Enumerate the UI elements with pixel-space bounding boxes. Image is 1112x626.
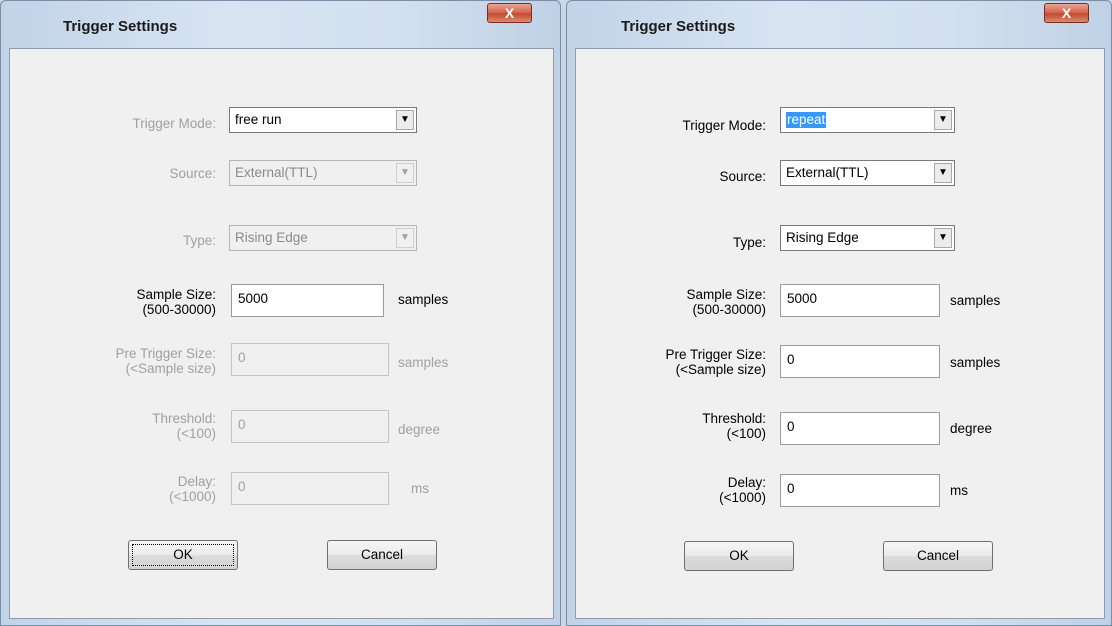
source-value: External(TTL) — [235, 165, 318, 180]
type-value: Rising Edge — [786, 230, 859, 245]
dialog-title: Trigger Settings — [621, 18, 736, 35]
trigger-settings-dialog-free-run: Trigger Settings X Trigger Mode: free ru… — [0, 0, 561, 626]
threshold-label: Threshold: (<100) — [702, 411, 766, 441]
pre-trigger-size-unit: samples — [950, 355, 1001, 370]
pre-trigger-size-label: Pre Trigger Size: (<Sample size) — [115, 346, 216, 376]
pre-trigger-size-label-text: Pre Trigger Size: — [665, 347, 766, 362]
chevron-down-icon: ▼ — [396, 228, 414, 248]
delay-input[interactable]: 0 — [780, 474, 940, 507]
ok-button[interactable]: OK — [128, 540, 238, 570]
close-button[interactable]: X — [487, 3, 532, 23]
chevron-down-icon[interactable]: ▼ — [396, 110, 414, 130]
pre-trigger-size-unit: samples — [398, 355, 449, 370]
dialog-body: Trigger Mode: free run ▼ Source: Externa… — [9, 48, 554, 619]
threshold-input: 0 — [231, 410, 389, 443]
sample-size-range: (500-30000) — [692, 302, 766, 317]
source-select[interactable]: External(TTL) ▼ — [780, 160, 955, 186]
threshold-label: Threshold: (<100) — [152, 411, 216, 441]
trigger-mode-value: free run — [235, 112, 282, 127]
chevron-down-icon[interactable]: ▼ — [934, 163, 952, 183]
chevron-down-icon[interactable]: ▼ — [934, 110, 952, 130]
sample-size-label: Sample Size: (500-30000) — [136, 287, 216, 317]
threshold-range: (<100) — [176, 426, 216, 441]
sample-size-input[interactable]: 5000 — [780, 284, 940, 317]
delay-unit: ms — [411, 481, 429, 496]
delay-input: 0 — [231, 472, 389, 505]
sample-size-label: Sample Size: (500-30000) — [686, 287, 766, 317]
delay-label-text: Delay: — [727, 475, 766, 490]
trigger-mode-select[interactable]: free run ▼ — [229, 107, 417, 133]
sample-size-range: (500-30000) — [142, 302, 216, 317]
trigger-mode-value: repeat — [786, 112, 827, 128]
pre-trigger-size-label-text: Pre Trigger Size: — [115, 346, 216, 361]
delay-range: (<1000) — [719, 490, 766, 505]
threshold-unit: degree — [398, 422, 441, 437]
pre-trigger-size-input[interactable]: 0 — [780, 345, 940, 378]
source-label: Source: — [169, 166, 216, 181]
cancel-button[interactable]: Cancel — [883, 541, 993, 571]
type-select: Rising Edge ▼ — [229, 225, 417, 251]
pre-trigger-size-input: 0 — [231, 343, 389, 376]
ok-button[interactable]: OK — [684, 541, 794, 571]
threshold-range: (<100) — [726, 426, 766, 441]
threshold-unit: degree — [950, 421, 993, 436]
delay-unit: ms — [950, 483, 968, 498]
sample-size-unit: samples — [950, 293, 1001, 308]
delay-label: Delay: (<1000) — [169, 474, 216, 504]
trigger-mode-label: Trigger Mode: — [132, 116, 216, 131]
pre-trigger-size-range: (<Sample size) — [125, 361, 216, 376]
threshold-label-text: Threshold: — [152, 411, 216, 426]
chevron-down-icon: ▼ — [396, 163, 414, 183]
close-button[interactable]: X — [1044, 3, 1089, 23]
delay-range: (<1000) — [169, 489, 216, 504]
pre-trigger-size-label: Pre Trigger Size: (<Sample size) — [665, 347, 766, 377]
delay-label-text: Delay: — [177, 474, 216, 489]
sample-size-unit: samples — [398, 292, 449, 307]
chevron-down-icon[interactable]: ▼ — [934, 228, 952, 248]
threshold-input[interactable]: 0 — [780, 412, 940, 445]
sample-size-input[interactable]: 5000 — [231, 284, 384, 317]
type-label: Type: — [182, 233, 216, 248]
sample-size-label-text: Sample Size: — [136, 287, 216, 302]
trigger-mode-select[interactable]: repeat ▼ — [780, 107, 955, 133]
sample-size-label-text: Sample Size: — [686, 287, 766, 302]
type-value: Rising Edge — [235, 230, 308, 245]
trigger-mode-label: Trigger Mode: — [682, 118, 766, 133]
cancel-button[interactable]: Cancel — [327, 540, 437, 570]
dialog-title: Trigger Settings — [63, 18, 178, 35]
delay-label: Delay: (<1000) — [719, 475, 766, 505]
source-label: Source: — [719, 169, 766, 184]
pre-trigger-size-range: (<Sample size) — [675, 362, 766, 377]
close-icon: X — [504, 5, 515, 21]
trigger-settings-dialog-repeat: Trigger Settings X Trigger Mode: repeat … — [566, 0, 1112, 626]
dialog-body: Trigger Mode: repeat ▼ Source: External(… — [575, 48, 1105, 619]
type-select[interactable]: Rising Edge ▼ — [780, 225, 955, 251]
close-icon: X — [1061, 5, 1072, 21]
source-select: External(TTL) ▼ — [229, 160, 417, 186]
source-value: External(TTL) — [786, 165, 869, 180]
type-label: Type: — [732, 235, 766, 250]
threshold-label-text: Threshold: — [702, 411, 766, 426]
